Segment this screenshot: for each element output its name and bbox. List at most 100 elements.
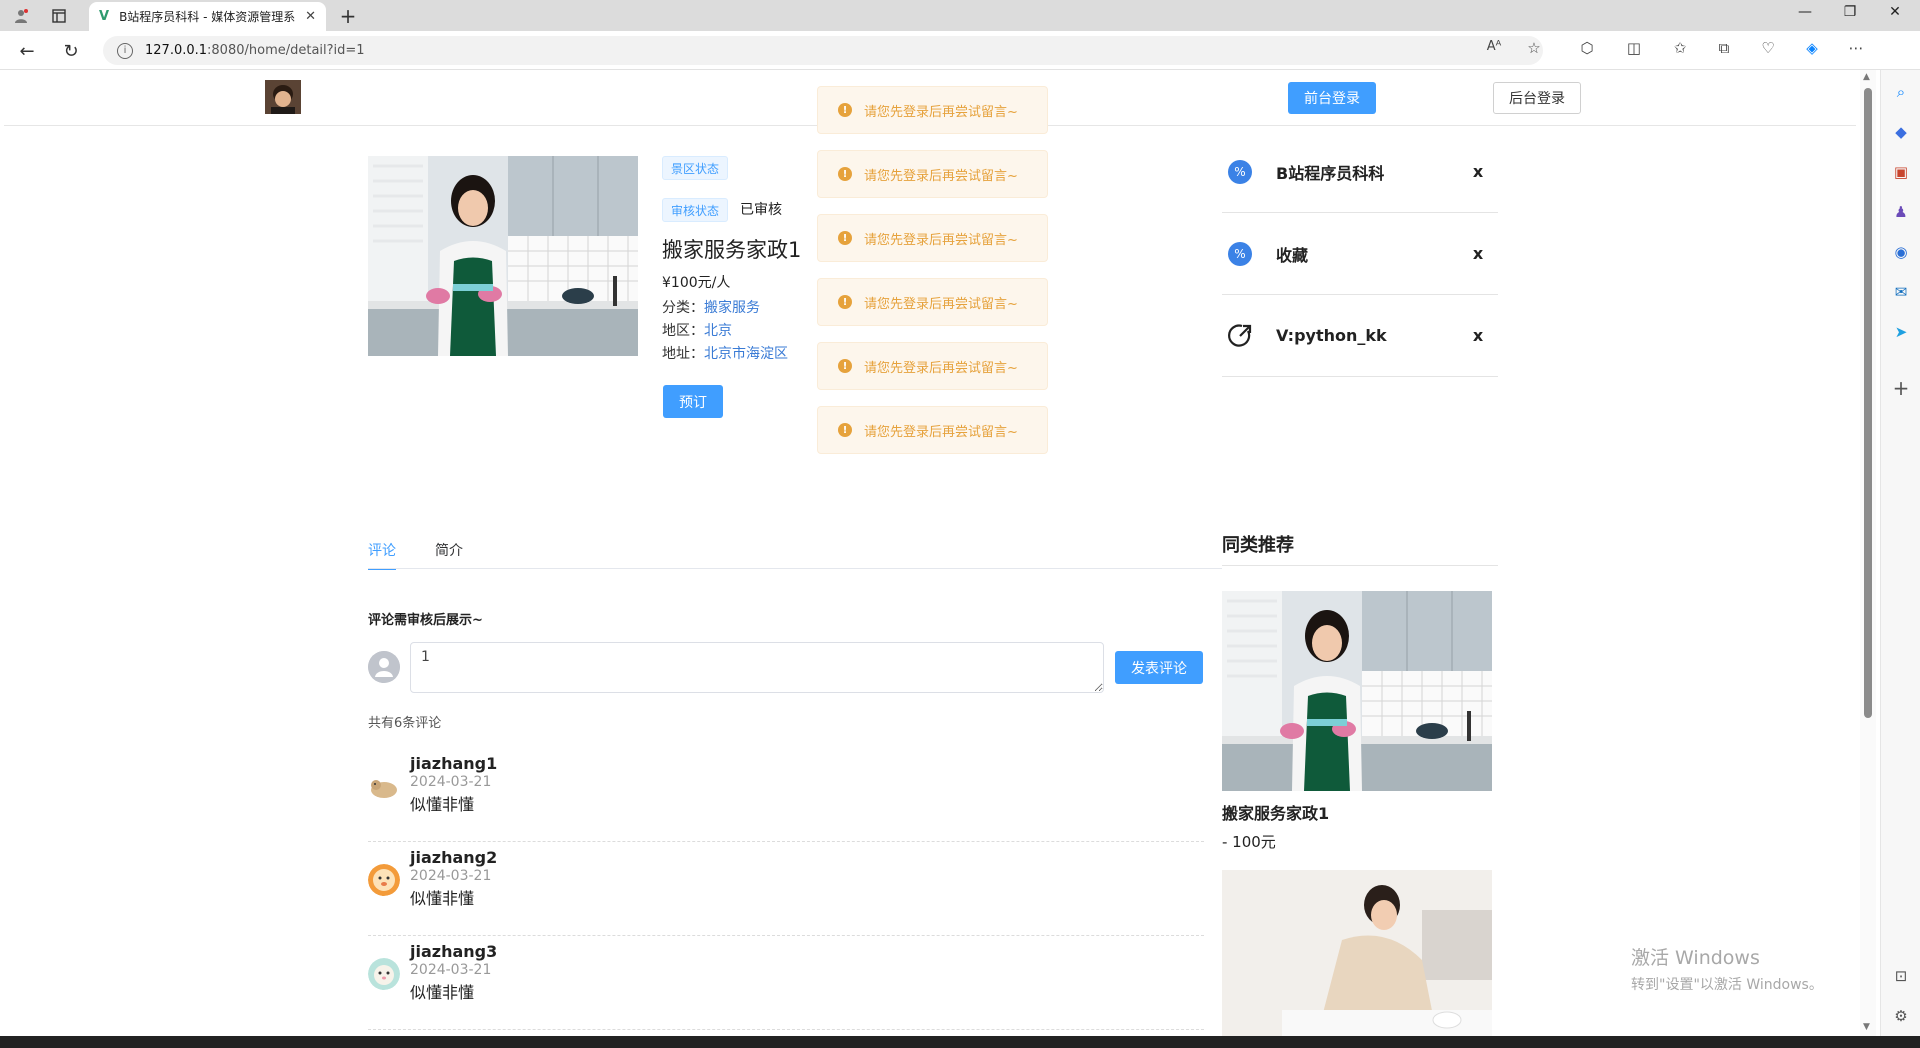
profile-icon[interactable] [10, 5, 32, 27]
toast-text: 请您先登录后再尝试留言~ [864, 104, 1018, 120]
warning-toast: ! 请您先登录后再尝试留言~ [817, 342, 1048, 390]
toast-text: 请您先登录后再尝试留言~ [864, 360, 1018, 376]
toast-text: 请您先登录后再尝试留言~ [864, 232, 1018, 248]
scenic-status-tag: 景区状态 [662, 156, 729, 180]
tab-title: B站程序员科科 - 媒体资源管理系 [119, 10, 296, 24]
recommend-image[interactable] [1222, 591, 1492, 791]
site-logo[interactable] [265, 80, 301, 114]
tabs-divider [368, 568, 1222, 569]
more-menu-icon[interactable]: ⋯ [1844, 39, 1868, 57]
category-label: 分类： [662, 300, 704, 316]
default-avatar-icon [368, 651, 400, 683]
region-row: 地区：北京 [662, 320, 732, 340]
link-label: B站程序员科科 [1276, 163, 1385, 183]
favorites-icon[interactable]: ✩ [1668, 39, 1692, 57]
tab-actions-icon[interactable] [48, 5, 70, 27]
tab-intro[interactable]: 简介 [435, 540, 463, 560]
product-price: ¥100元/人 [662, 275, 731, 291]
sidebar-games-icon[interactable]: ♟ [1889, 200, 1913, 224]
address-bar-row: ← ↻ i 127.0.0.1:8080/home/detail?id=1 Aᴬ… [0, 31, 1920, 70]
recommend-divider [1222, 565, 1498, 566]
watermark-line1: 激活 Windows [1631, 947, 1760, 969]
favorite-star-icon[interactable]: ☆ [1522, 39, 1546, 57]
comment-username: jiazhang3 [410, 942, 498, 961]
sidebar-add-icon[interactable]: + [1889, 376, 1913, 400]
comment-item: jiazhang3 2024-03-21 似懂非懂 [368, 936, 1204, 1030]
book-button[interactable]: 预订 [663, 385, 723, 418]
read-aloud-icon[interactable]: Aᴬ [1482, 39, 1506, 54]
collections-icon[interactable]: ⧉ [1712, 39, 1736, 57]
warning-toast: ! 请您先登录后再尝试留言~ [817, 278, 1048, 326]
link-close-icon[interactable]: x [1468, 326, 1488, 345]
svg-text:%: % [1234, 165, 1245, 179]
split-screen-icon[interactable]: ◫ [1622, 39, 1646, 57]
tab-comment[interactable]: 评论 [368, 540, 396, 570]
sidebar-office-icon[interactable]: ◉ [1889, 240, 1913, 264]
front-login-button[interactable]: 前台登录 [1288, 82, 1376, 114]
minimize-icon[interactable]: — [1790, 4, 1820, 20]
product-image [368, 156, 638, 356]
url-input[interactable]: i 127.0.0.1:8080/home/detail?id=1 [103, 36, 1543, 65]
sidebar-search-icon[interactable]: ⌕ [1889, 80, 1913, 104]
sidebar-tools-icon[interactable]: ▣ [1889, 160, 1913, 184]
sidebar-tag-icon[interactable]: ◆ [1889, 120, 1913, 144]
warning-icon: ! [838, 167, 852, 181]
link-label: V:python_kk [1276, 326, 1387, 345]
region-label: 地区： [662, 323, 704, 339]
sidebar-send-icon[interactable]: ➤ [1889, 320, 1913, 344]
scroll-down-icon[interactable]: ▼ [1863, 1022, 1870, 1032]
link-close-icon[interactable]: x [1468, 162, 1488, 181]
performance-icon[interactable]: ♡ [1756, 39, 1780, 57]
browser-tab-active[interactable]: V B站程序员科科 - 媒体资源管理系 ✕ [89, 2, 326, 31]
warning-icon: ! [838, 103, 852, 117]
windows-activation-watermark: 激活 Windows 转到"设置"以激活 Windows。 [1631, 943, 1823, 994]
comment-date: 2024-03-21 [410, 868, 492, 884]
scroll-up-icon[interactable]: ▲ [1863, 72, 1870, 82]
toast-text: 请您先登录后再尝试留言~ [864, 168, 1018, 184]
recommend-item-name[interactable]: 搬家服务家政1 [1222, 800, 1329, 824]
category-value[interactable]: 搬家服务 [704, 300, 760, 316]
copilot-icon[interactable]: ◈ [1800, 39, 1824, 57]
warning-toast: ! 请您先登录后再尝试留言~ [817, 86, 1048, 134]
warning-icon: ! [838, 359, 852, 373]
url-host: 127.0.0.1 [145, 43, 208, 58]
user-avatar [368, 770, 400, 802]
window-close-icon[interactable]: ✕ [1880, 4, 1910, 20]
sidebar-outlook-icon[interactable]: ✉ [1889, 280, 1913, 304]
browser-tab-bar: V B站程序员科科 - 媒体资源管理系 ✕ + — ❐ ✕ [0, 0, 1920, 31]
site-info-icon[interactable]: i [117, 42, 133, 59]
back-icon[interactable]: ← [15, 39, 39, 63]
comment-textarea[interactable]: 1 [410, 642, 1104, 693]
refresh-icon[interactable]: ↻ [59, 39, 83, 63]
address-value[interactable]: 北京市海淀区 [704, 346, 788, 362]
url-path: :8080/home/detail?id=1 [207, 43, 365, 58]
comment-item: jiazhang2 2024-03-21 似懂非懂 [368, 842, 1204, 936]
page-scrollbar[interactable]: ▲ ▼ [1860, 70, 1876, 1036]
link-item-bilibili[interactable]: % B站程序员科科 x [1222, 131, 1498, 213]
restore-icon[interactable]: ❐ [1835, 4, 1865, 20]
comment-hint: 评论需审核后展示~ [368, 613, 483, 628]
warning-icon: ! [838, 295, 852, 309]
link-item-favorite[interactable]: % 收藏 x [1222, 213, 1498, 295]
comment-text: 似懂非懂 [410, 983, 475, 1002]
recommend-image[interactable] [1222, 870, 1492, 1036]
new-tab-icon[interactable]: + [337, 4, 359, 28]
region-value[interactable]: 北京 [704, 323, 732, 339]
svg-text:%: % [1234, 247, 1245, 261]
back-login-button[interactable]: 后台登录 [1493, 82, 1581, 114]
extensions-icon[interactable]: ⬡ [1575, 39, 1599, 57]
link-close-icon[interactable]: x [1468, 244, 1488, 263]
sidebar-screenshot-icon[interactable]: ⊡ [1889, 964, 1913, 988]
sidebar-settings-icon[interactable]: ⚙ [1889, 1004, 1913, 1028]
review-status-tag: 审核状态 [662, 198, 729, 222]
os-taskbar [0, 1036, 1920, 1048]
post-comment-button[interactable]: 发表评论 [1115, 651, 1203, 684]
link-item-wechat[interactable]: V:python_kk x [1222, 295, 1498, 377]
review-status-value: 已审核 [740, 202, 782, 218]
warning-icon: ! [838, 423, 852, 437]
user-avatar [368, 864, 400, 896]
scroll-thumb[interactable] [1864, 88, 1872, 718]
badge-percent-icon: % [1226, 158, 1254, 186]
product-title: 搬家服务家政1 [662, 238, 802, 262]
tab-close-icon[interactable]: ✕ [305, 9, 316, 24]
